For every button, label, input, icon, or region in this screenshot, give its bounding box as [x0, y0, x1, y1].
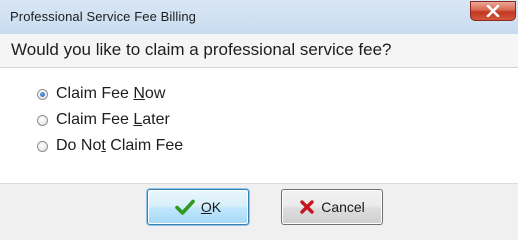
radio-button-selected[interactable] — [37, 88, 48, 100]
checkmark-icon — [175, 199, 195, 215]
window-title: Professional Service Fee Billing — [10, 9, 197, 24]
ok-button[interactable]: OK — [147, 189, 249, 225]
close-icon — [486, 5, 500, 17]
title-bar[interactable]: Professional Service Fee Billing — [0, 0, 518, 35]
cancel-button[interactable]: Cancel — [281, 189, 383, 225]
option-label: Do Not Claim Fee — [56, 137, 184, 154]
radio-do-not-claim-fee[interactable]: Do Not Claim Fee — [37, 135, 183, 157]
radio-claim-fee-later[interactable]: Claim Fee Later — [37, 109, 170, 131]
radio-claim-fee-now[interactable]: Claim Fee Now — [37, 83, 165, 105]
option-label: Claim Fee Later — [56, 111, 170, 128]
question-area: Would you like to claim a professional s… — [0, 34, 518, 68]
fee-options-group: Claim Fee Now Claim Fee Later Do Not Cla… — [0, 68, 518, 183]
option-label: Claim Fee Now — [56, 85, 166, 102]
ok-label: OK — [200, 199, 222, 215]
close-button[interactable] — [470, 1, 516, 21]
fee-billing-dialog: Professional Service Fee Billing Would y… — [0, 0, 518, 240]
cancel-label: Cancel — [321, 199, 365, 215]
radio-button[interactable] — [37, 140, 48, 152]
radio-button[interactable] — [37, 114, 48, 126]
question-text: Would you like to claim a professional s… — [11, 40, 392, 59]
red-x-icon — [299, 199, 315, 215]
button-bar: OK Cancel — [0, 183, 518, 240]
